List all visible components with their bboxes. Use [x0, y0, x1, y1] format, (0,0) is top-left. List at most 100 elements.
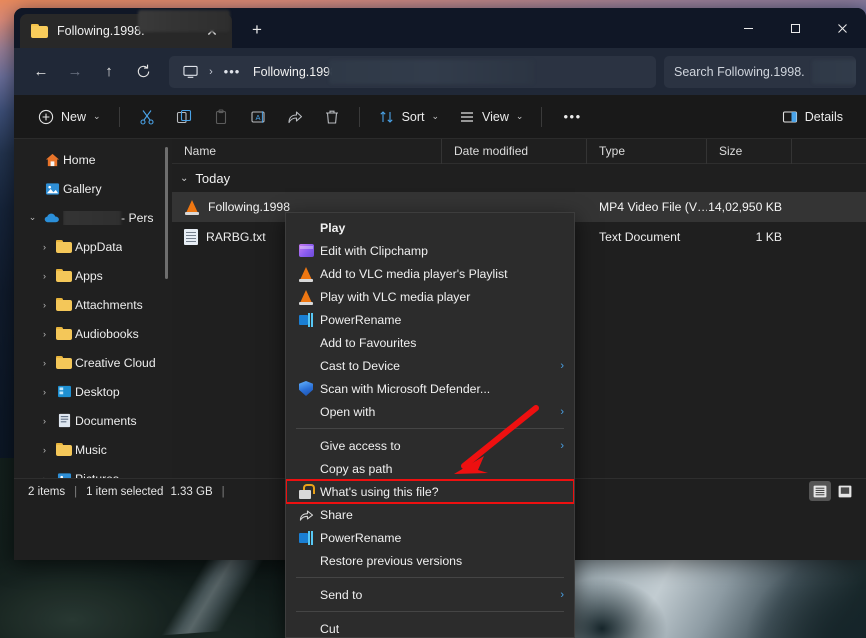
forward-button[interactable]: →: [58, 56, 92, 88]
sidebar-item-music[interactable]: › Music: [20, 435, 166, 464]
window-controls: [725, 8, 866, 48]
sidebar-item-apps[interactable]: › Apps: [20, 261, 166, 290]
menu-separator: [296, 428, 564, 429]
address-bar[interactable]: › ••• Following.1998.: [169, 56, 656, 88]
menu-item-cut[interactable]: Cut: [286, 617, 574, 638]
more-options-button[interactable]: •••: [551, 109, 593, 124]
menu-item-add-to-vlc-playlist[interactable]: Add to VLC media player's Playlist: [286, 262, 574, 285]
chevron-right-icon[interactable]: ›: [36, 329, 53, 339]
chevron-right-icon[interactable]: ›: [36, 300, 53, 310]
details-pane-button[interactable]: Details: [772, 101, 852, 133]
command-toolbar: New ⌄: [14, 95, 866, 139]
chevron-down-icon: ⌄: [93, 111, 101, 122]
menu-item-give-access-to[interactable]: Give access to ›: [286, 434, 574, 457]
up-button[interactable]: ↑: [92, 56, 126, 88]
new-button[interactable]: New ⌄: [28, 101, 110, 133]
menu-item-cast-to-device[interactable]: Cast to Device ›: [286, 354, 574, 377]
column-header-size[interactable]: Size: [707, 139, 792, 164]
menu-item-play[interactable]: Play: [286, 216, 574, 239]
menu-item-scan-with-defender[interactable]: Scan with Microsoft Defender...: [286, 377, 574, 400]
menu-item-play-with-vlc[interactable]: Play with VLC media player: [286, 285, 574, 308]
file-name-text: RARBG.txt: [206, 230, 266, 244]
copy-button[interactable]: [166, 101, 202, 133]
sidebar-item-appdata[interactable]: › AppData: [20, 232, 166, 261]
details-view-toggle[interactable]: [809, 481, 831, 501]
back-button[interactable]: ←: [24, 56, 58, 88]
chevron-right-icon[interactable]: ›: [36, 387, 53, 397]
submenu-chevron-icon: ›: [554, 406, 564, 418]
menu-item-powerrename-top[interactable]: PowerRename: [286, 308, 574, 331]
menu-item-send-to[interactable]: Send to ›: [286, 583, 574, 606]
sidebar-item-home[interactable]: Home: [20, 145, 166, 174]
copy-icon: [175, 108, 193, 126]
breadcrumb-chevron-icon[interactable]: ›: [203, 66, 219, 78]
menu-item-whats-using-this-file[interactable]: What's using this file?: [286, 480, 574, 503]
column-header-name[interactable]: Name: [172, 139, 442, 164]
chevron-right-icon[interactable]: ›: [36, 242, 53, 252]
maximize-button[interactable]: [772, 8, 819, 48]
share-button[interactable]: [277, 101, 313, 133]
chevron-right-icon[interactable]: ›: [36, 416, 53, 426]
menu-item-open-with[interactable]: Open with ›: [286, 400, 574, 423]
menu-item-copy-as-path[interactable]: Copy as path: [286, 457, 574, 480]
breadcrumb-overflow-icon[interactable]: •••: [221, 64, 243, 79]
sidebar-item-creative-cloud[interactable]: › Creative Cloud: [20, 348, 166, 377]
sidebar-item-label: Audiobooks: [75, 327, 139, 341]
onedrive-icon: [41, 212, 63, 224]
tab-strip: Following.1998. ✕ +: [14, 8, 272, 48]
menu-item-label: What's using this file?: [320, 485, 564, 499]
search-box[interactable]: Search Following.1998.: [664, 56, 856, 88]
menu-item-edit-with-clipchamp[interactable]: Edit with Clipchamp: [286, 239, 574, 262]
chevron-down-icon[interactable]: ⌄: [24, 212, 41, 223]
folder-icon: [53, 298, 75, 311]
close-window-button[interactable]: [819, 8, 866, 48]
folder-icon: [53, 443, 75, 456]
chevron-right-icon[interactable]: ›: [36, 271, 53, 281]
chevron-down-icon: ⌄: [432, 111, 440, 122]
file-name-text: Following.1998: [208, 200, 290, 214]
tab-following-1998[interactable]: Following.1998. ✕: [20, 14, 232, 48]
column-header-date-modified[interactable]: Date modified: [442, 139, 587, 164]
rename-button[interactable]: A: [240, 101, 276, 133]
sidebar-item-audiobooks[interactable]: › Audiobooks: [20, 319, 166, 348]
sidebar-item-label: Attachments: [75, 298, 143, 312]
group-header-today[interactable]: ⌄ Today: [172, 164, 866, 192]
home-icon: [41, 153, 63, 167]
refresh-button[interactable]: [126, 56, 160, 88]
menu-item-share[interactable]: Share: [286, 503, 574, 526]
view-toggle-group: [809, 481, 856, 501]
search-input[interactable]: Search Following.1998.: [674, 65, 805, 79]
sidebar-item-onedrive[interactable]: ⌄ - Pers: [20, 203, 166, 232]
view-button[interactable]: View ⌄: [449, 101, 532, 133]
sidebar-item-documents[interactable]: › Documents: [20, 406, 166, 435]
chevron-right-icon[interactable]: ›: [36, 358, 53, 368]
sidebar-scrollbar[interactable]: [165, 147, 168, 279]
column-header-type[interactable]: Type: [587, 139, 707, 164]
sort-button[interactable]: Sort ⌄: [369, 101, 448, 133]
chevron-right-icon[interactable]: ›: [36, 445, 53, 455]
sidebar-item-label: AppData: [75, 240, 122, 254]
menu-item-label: Add to VLC media player's Playlist: [320, 267, 564, 281]
status-separator: |: [65, 486, 86, 498]
paste-icon: [212, 108, 230, 126]
menu-item-powerrename-bottom[interactable]: PowerRename: [286, 526, 574, 549]
minimize-button[interactable]: [725, 8, 772, 48]
share-icon: [286, 108, 304, 126]
new-tab-button[interactable]: +: [242, 15, 272, 45]
sidebar-item-pictures[interactable]: › Pictures: [20, 464, 166, 478]
powerrename-icon: [292, 313, 320, 327]
chevron-down-icon[interactable]: ⌄: [180, 173, 188, 184]
folder-icon: [53, 327, 75, 340]
menu-item-restore-previous-versions[interactable]: Restore previous versions: [286, 549, 574, 572]
monitor-icon: [179, 61, 201, 83]
sidebar-item-desktop[interactable]: › Desktop: [20, 377, 166, 406]
redacted-region: [329, 60, 534, 84]
sidebar-item-gallery[interactable]: Gallery: [20, 174, 166, 203]
cut-button[interactable]: [129, 101, 165, 133]
sidebar-item-attachments[interactable]: › Attachments: [20, 290, 166, 319]
paste-button[interactable]: [203, 101, 239, 133]
delete-button[interactable]: [314, 101, 350, 133]
large-icons-view-toggle[interactable]: [834, 481, 856, 501]
menu-item-add-to-favourites[interactable]: Add to Favourites: [286, 331, 574, 354]
menu-item-label: Send to: [320, 588, 554, 602]
